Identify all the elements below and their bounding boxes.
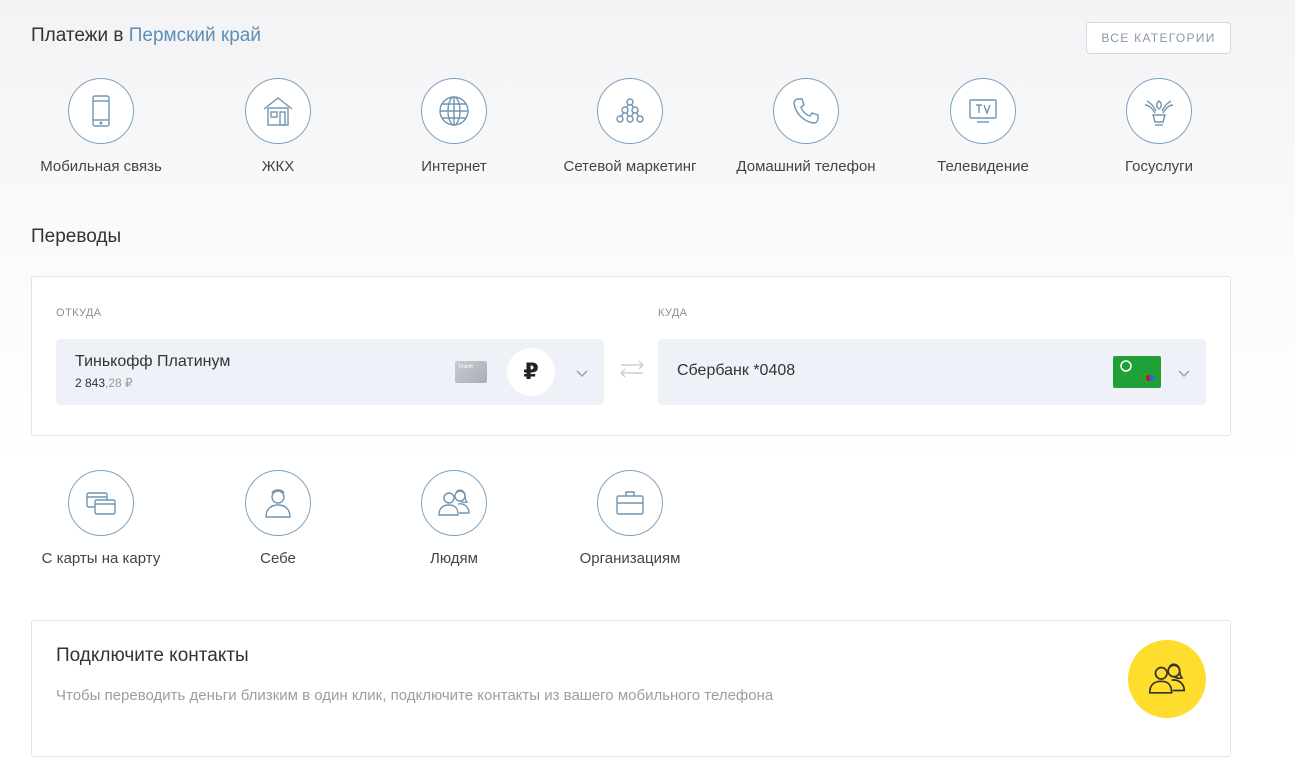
category-label: Интернет bbox=[421, 158, 487, 175]
tv-icon bbox=[950, 78, 1016, 144]
contacts-people-icon[interactable] bbox=[1128, 640, 1206, 718]
cards-icon bbox=[68, 470, 134, 536]
category-gov-services[interactable]: Госуслуги bbox=[1071, 78, 1247, 176]
transfer-self[interactable]: Себе bbox=[190, 470, 366, 568]
from-account-balance: 2 843,28 ₽ bbox=[75, 376, 133, 390]
chevron-down-icon bbox=[575, 366, 589, 380]
category-label: ЖКХ bbox=[261, 158, 295, 175]
category-label: Мобильная связь bbox=[40, 158, 162, 175]
handset-icon bbox=[773, 78, 839, 144]
people-icon bbox=[421, 470, 487, 536]
emblem-icon bbox=[1126, 78, 1192, 144]
category-mobile[interactable]: Мобильная связь bbox=[13, 78, 189, 176]
transfer-organizations[interactable]: Организациям bbox=[542, 470, 718, 568]
briefcase-icon bbox=[597, 470, 663, 536]
transfer-type-label: Себе bbox=[260, 550, 296, 567]
mobile-phone-icon bbox=[68, 78, 134, 144]
network-icon bbox=[597, 78, 663, 144]
transfer-form: ОТКУДА КУДА Тинькофф Платинум 2 843,28 ₽… bbox=[31, 276, 1231, 436]
transfer-people[interactable]: Людям bbox=[366, 470, 542, 568]
contacts-title: Подключите контакты bbox=[56, 645, 249, 666]
transfers-title: Переводы bbox=[31, 226, 122, 247]
house-icon bbox=[245, 78, 311, 144]
to-account-select[interactable]: Сбербанк *0408 bbox=[658, 339, 1206, 405]
payments-title: Платежи в Пермский край bbox=[31, 25, 261, 47]
globe-icon bbox=[421, 78, 487, 144]
transfer-type-label: Людям bbox=[430, 550, 478, 567]
sberbank-card-icon bbox=[1113, 356, 1161, 388]
category-label: Сетевой маркетинг bbox=[563, 158, 697, 175]
transfer-type-label: С карты на карту bbox=[41, 550, 161, 567]
from-label: ОТКУДА bbox=[56, 307, 102, 319]
person-icon bbox=[245, 470, 311, 536]
category-network-marketing[interactable]: Сетевой маркетинг bbox=[542, 78, 718, 176]
from-account-name: Тинькофф Платинум bbox=[75, 353, 231, 370]
region-link[interactable]: Пермский край bbox=[129, 25, 261, 46]
category-internet[interactable]: Интернет bbox=[366, 78, 542, 176]
category-tv[interactable]: Телевидение bbox=[895, 78, 1071, 176]
tinkoff-card-icon: Tinkoff bbox=[455, 361, 487, 383]
category-label: Домашний телефон bbox=[736, 158, 876, 175]
to-label: КУДА bbox=[658, 307, 688, 319]
transfer-type-label: Организациям bbox=[579, 550, 681, 567]
to-account-name: Сбербанк *0408 bbox=[677, 362, 796, 379]
category-label: Телевидение bbox=[937, 158, 1029, 175]
category-home-phone[interactable]: Домашний телефон bbox=[718, 78, 894, 176]
transfer-card-to-card[interactable]: С карты на карту bbox=[13, 470, 189, 568]
chevron-down-icon bbox=[1177, 366, 1191, 380]
swap-arrows-icon[interactable] bbox=[617, 354, 647, 384]
connect-contacts-banner[interactable]: Подключите контакты Чтобы переводить ден… bbox=[31, 620, 1231, 757]
all-categories-button[interactable]: ВСЕ КАТЕГОРИИ bbox=[1086, 22, 1231, 54]
payments-title-prefix: Платежи в bbox=[31, 25, 124, 46]
from-account-select[interactable]: Тинькофф Платинум 2 843,28 ₽ Tinkoff ₽ bbox=[56, 339, 604, 405]
currency-button[interactable]: ₽ bbox=[507, 348, 555, 396]
category-label: Госуслуги bbox=[1125, 158, 1193, 175]
contacts-description: Чтобы переводить деньги близким в один к… bbox=[56, 687, 774, 704]
category-housing[interactable]: ЖКХ bbox=[190, 78, 366, 176]
